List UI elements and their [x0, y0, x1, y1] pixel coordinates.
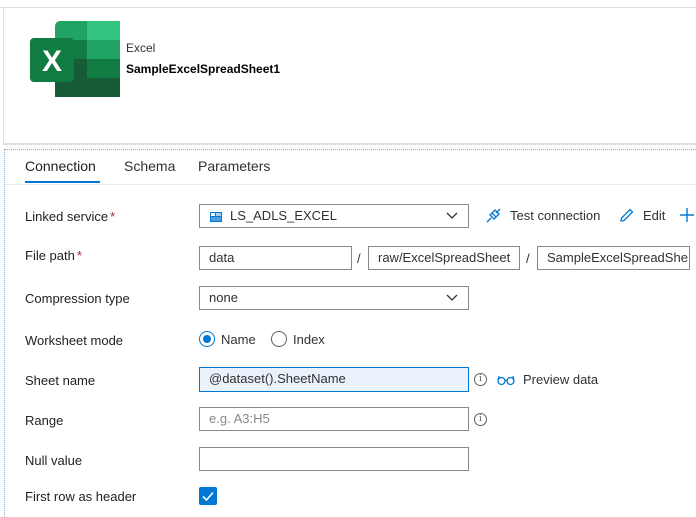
storage-icon [210, 211, 222, 222]
preview-data-label: Preview data [523, 372, 599, 387]
radio-selected-icon [199, 331, 215, 347]
glasses-icon [497, 375, 515, 385]
dataset-type-label: Excel [126, 41, 156, 55]
excel-logo-icon: X [30, 21, 120, 97]
sheet-name-input[interactable]: @dataset().SheetName [199, 367, 469, 392]
range-label: Range [25, 413, 64, 428]
compression-type-label: Compression type [25, 291, 130, 306]
tab-schema[interactable]: Schema [124, 158, 175, 174]
pencil-icon [620, 208, 634, 222]
top-frame [0, 0, 696, 8]
edit-label: Edit [643, 208, 666, 223]
linked-service-label: Linked service * [25, 209, 116, 224]
worksheet-mode-label: Worksheet mode [25, 333, 124, 348]
chevron-down-icon [446, 294, 458, 301]
info-icon[interactable]: i [474, 413, 487, 426]
active-tab-indicator [25, 181, 100, 183]
compression-type-select[interactable]: none [199, 286, 469, 310]
tab-parameters[interactable]: Parameters [198, 158, 270, 174]
radio-unselected-icon [271, 331, 287, 347]
worksheet-mode-name-radio[interactable]: Name [199, 331, 256, 347]
info-icon[interactable]: i [474, 373, 487, 386]
range-placeholder: e.g. A3:H5 [209, 411, 270, 426]
preview-data-button[interactable]: Preview data [497, 372, 598, 387]
chevron-down-icon [446, 212, 458, 219]
file-path-directory-input[interactable]: raw/ExcelSpreadSheet [368, 246, 520, 270]
file-path-file-input[interactable]: SampleExcelSpreadShe [537, 246, 690, 270]
test-connection-label: Test connection [510, 208, 601, 223]
file-path-label: File path * [25, 248, 82, 263]
svg-text:X: X [42, 45, 62, 78]
worksheet-mode-index-label: Index [293, 331, 325, 347]
path-separator: / [526, 251, 530, 266]
path-separator: / [357, 251, 361, 266]
range-input[interactable]: e.g. A3:H5 [199, 407, 469, 431]
worksheet-mode-name-label: Name [221, 331, 256, 347]
null-value-label: Null value [25, 453, 83, 468]
first-row-header-checkbox[interactable] [199, 487, 217, 505]
test-connection-button[interactable]: Test connection [485, 207, 600, 224]
plus-icon[interactable] [680, 208, 694, 222]
linked-service-select[interactable]: LS_ADLS_EXCEL [199, 204, 469, 228]
compression-type-value: none [209, 290, 238, 305]
linked-service-value: LS_ADLS_EXCEL [230, 208, 337, 223]
header-divider [3, 143, 696, 145]
null-value-input[interactable] [199, 447, 469, 471]
tab-connection[interactable]: Connection [25, 158, 96, 174]
file-path-container-input[interactable]: data [199, 246, 352, 270]
first-row-header-label: First row as header [25, 489, 137, 504]
sheet-name-label: Sheet name [25, 373, 96, 388]
worksheet-mode-index-radio[interactable]: Index [271, 331, 325, 347]
tabs-divider [5, 184, 696, 185]
checkmark-icon [202, 491, 214, 502]
edit-button[interactable]: Edit [618, 207, 665, 224]
dataset-name: SampleExcelSpreadSheet1 [126, 62, 281, 76]
plug-icon [486, 208, 501, 223]
